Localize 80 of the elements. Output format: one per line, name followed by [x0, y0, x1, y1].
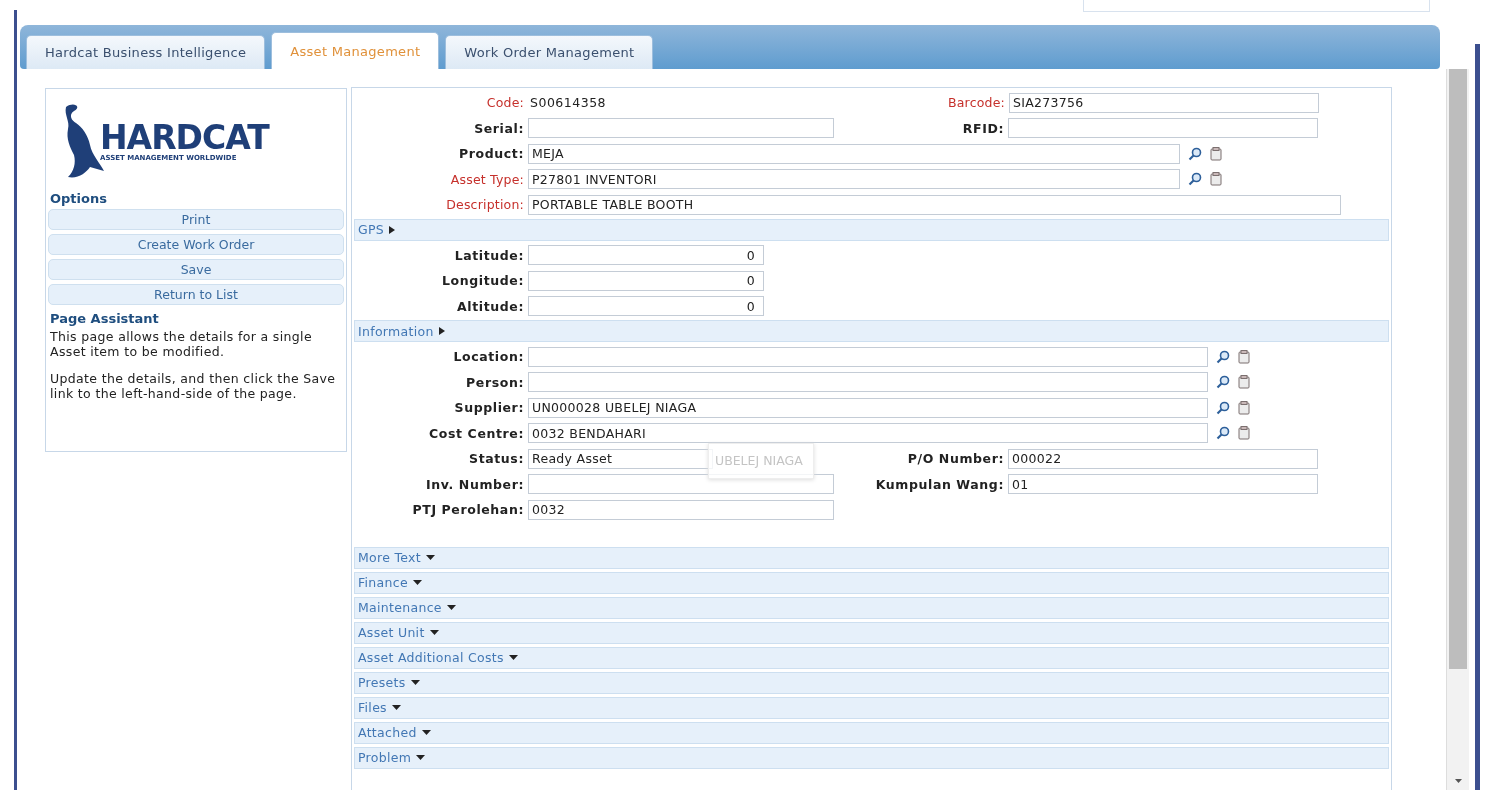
section-header[interactable]: Attached [354, 721, 1389, 744]
section-header[interactable]: Asset Unit [354, 621, 1389, 644]
section-header[interactable]: Asset Additional Costs [354, 646, 1389, 669]
section-header[interactable]: Maintenance [354, 596, 1389, 619]
search-icon[interactable] [1188, 146, 1202, 161]
section-header[interactable]: More Text [354, 546, 1389, 569]
input-field[interactable] [528, 474, 834, 495]
scrollbar[interactable] [1446, 69, 1469, 790]
scroll-down-icon[interactable] [1455, 779, 1462, 783]
field-label: Serial: [473, 120, 525, 136]
options-heading: Options [50, 191, 108, 206]
input-field[interactable]: 000022 [1008, 448, 1318, 469]
collapse-arrow-icon [429, 630, 439, 635]
option-button[interactable]: Return to List [48, 284, 344, 305]
tab[interactable]: Asset Management [271, 32, 440, 69]
collapse-arrow-icon [412, 580, 422, 585]
expand-arrow-icon [389, 225, 396, 234]
field-label: P/O Number: [906, 451, 1005, 467]
field-label: Product: [458, 146, 525, 162]
field-label: Location: [452, 349, 525, 365]
collapse-arrow-icon [508, 655, 518, 660]
code-value: S00614358 [529, 95, 608, 111]
field-label: Latitude: [453, 247, 525, 263]
input-field[interactable] [528, 346, 1208, 367]
section-header[interactable]: Finance [354, 571, 1389, 594]
field-label: Person: [465, 374, 525, 390]
field-label: Kumpulan Wang: [874, 476, 1005, 492]
input-field[interactable] [1008, 118, 1318, 139]
field-label: RFID: [961, 120, 1005, 136]
input-field[interactable]: PORTABLE TABLE BOOTH [528, 194, 1341, 215]
search-icon[interactable] [1216, 400, 1230, 415]
section-header[interactable]: GPS [354, 218, 1389, 241]
input-field[interactable]: UN000028 UBELEJ NIAGA [528, 397, 1208, 418]
input-field[interactable] [528, 118, 834, 139]
field-label: Description: [445, 197, 525, 213]
option-button[interactable]: Save [48, 259, 344, 280]
field-label: Asset Type: [449, 171, 525, 187]
field-label: Altitude: [456, 298, 525, 314]
collapse-arrow-icon [391, 705, 401, 710]
assistant-text: Update the details, and then click the Save link to the left-hand-side of the page. [50, 371, 337, 401]
field-label: Supplier: [453, 400, 525, 416]
input-field[interactable]: 0 [528, 270, 764, 291]
search-icon[interactable] [1216, 349, 1230, 364]
input-field[interactable]: P27801 INVENTORI [528, 169, 1180, 190]
search-icon[interactable] [1188, 172, 1202, 187]
collapse-arrow-icon [416, 755, 426, 760]
field-label: Code: [485, 95, 525, 111]
field-label: Barcode: [946, 95, 1006, 111]
field-label: Cost Centre: [428, 425, 525, 441]
field-label: Inv. Number: [425, 476, 525, 492]
input-field[interactable]: 0 [528, 245, 764, 266]
collapse-arrow-icon [410, 680, 420, 685]
collapse-arrow-icon [421, 730, 431, 735]
input-field[interactable]: 0032 [528, 499, 834, 520]
input-field[interactable]: 0032 BENDAHARI [528, 423, 1208, 444]
page-assistant-heading: Page Assistant [50, 311, 160, 326]
input-field[interactable] [528, 372, 1208, 393]
input-field[interactable]: 01 [1008, 474, 1318, 495]
expand-arrow-icon [438, 327, 445, 335]
section-header[interactable]: Presets [354, 671, 1389, 694]
option-button[interactable]: Print [48, 209, 344, 230]
input-field[interactable]: MEJA [528, 143, 1180, 164]
field-label: PTJ Perolehan: [411, 502, 525, 518]
collapse-arrow-icon [425, 555, 435, 560]
input-field[interactable]: 0 [528, 296, 764, 317]
logo-text: HARDCAT [100, 120, 269, 154]
section-header[interactable]: Information [354, 320, 1389, 342]
search-icon[interactable] [1216, 426, 1230, 441]
section-header[interactable]: Files [354, 696, 1389, 719]
tab[interactable]: Hardcat Business Intelligence [26, 35, 266, 69]
search-icon[interactable] [1216, 375, 1230, 390]
section-header[interactable]: Problem [354, 746, 1389, 769]
assistant-text: This page allows the details for a single Asset item to be modified. [50, 329, 313, 359]
input-field[interactable]: SIA273756 [1009, 92, 1319, 113]
field-label: Status: [468, 451, 525, 467]
input-field[interactable] [1083, 0, 1430, 12]
tab[interactable]: Work Order Management [445, 35, 654, 69]
option-button[interactable]: Create Work Order [48, 234, 344, 255]
field-label: Longitude: [441, 273, 525, 289]
collapse-arrow-icon [446, 605, 456, 610]
